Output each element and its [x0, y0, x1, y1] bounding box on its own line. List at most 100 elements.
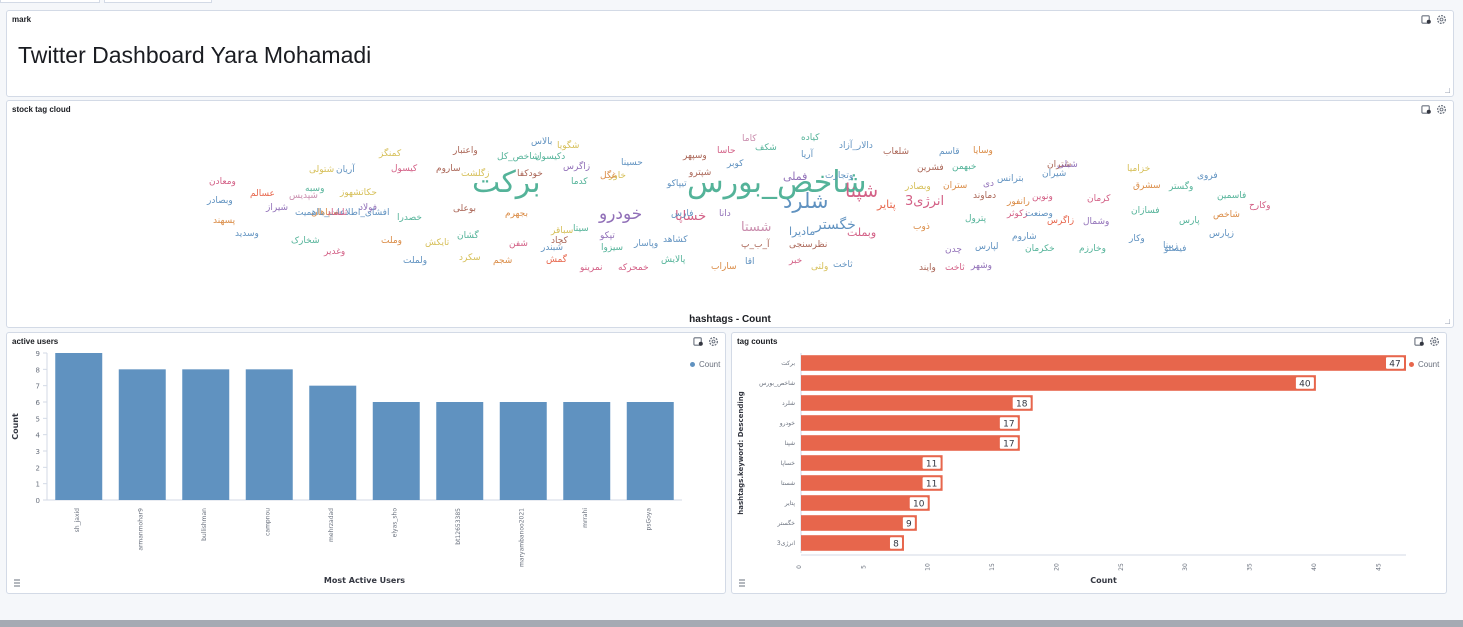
cloud-word[interactable]: زپارس — [1209, 229, 1234, 239]
cloud-word[interactable]: شبلی — [1057, 160, 1078, 170]
cloud-word[interactable]: ثاخت — [833, 260, 853, 270]
gear-icon[interactable] — [1436, 14, 1447, 25]
cloud-word[interactable]: دکیسول — [535, 152, 565, 162]
cloud-word[interactable]: خمحرکه — [618, 263, 649, 273]
cloud-word[interactable]: آریا — [801, 150, 813, 160]
cloud-word[interactable]: فسازان — [1131, 206, 1160, 216]
cloud-word[interactable]: فشرین — [917, 163, 944, 173]
cloud-word[interactable]: واعتبار — [453, 146, 478, 156]
cloud-word[interactable]: وکارح — [1249, 201, 1271, 211]
cloud-word[interactable]: نمرینو — [580, 263, 603, 273]
cloud-word[interactable]: وبملت — [847, 227, 876, 238]
cloud-word[interactable]: حسینا — [621, 158, 643, 168]
cloud-word[interactable]: وپاسار — [634, 239, 658, 249]
cloud-word[interactable]: آ_ب_پ — [741, 240, 769, 250]
cloud-word[interactable]: شگویا — [557, 141, 579, 151]
cloud-word[interactable]: وشهر — [971, 261, 992, 271]
cloud-word[interactable]: گشان — [457, 231, 479, 241]
cloud-word[interactable]: شخارک — [291, 236, 320, 246]
inspect-icon[interactable] — [693, 336, 704, 347]
cloud-word[interactable]: وایند — [919, 263, 936, 273]
cloud-word[interactable]: سکرد — [459, 253, 481, 263]
cloud-word[interactable]: شپترو — [689, 168, 711, 178]
cloud-word[interactable]: زگلشت — [461, 169, 489, 179]
cloud-word[interactable]: خزامیا — [1127, 164, 1150, 174]
cloud-word[interactable]: شیراز — [266, 203, 288, 213]
cloud-word[interactable]: ذوب — [913, 222, 930, 232]
cloud-word[interactable]: شپنا — [845, 181, 878, 201]
cloud-word[interactable]: شجم — [493, 256, 512, 266]
cloud-word[interactable]: شتولی — [309, 165, 334, 175]
cloud-word[interactable]: وتجارت — [825, 171, 853, 181]
cloud-word[interactable]: نظرسنجی — [789, 240, 827, 250]
resize-handle-icon[interactable] — [1445, 319, 1450, 324]
inspect-icon[interactable] — [1414, 336, 1425, 347]
cloud-word[interactable]: شاروم — [1012, 232, 1037, 242]
cloud-word[interactable]: پسهند — [213, 216, 235, 226]
list-icon[interactable] — [737, 578, 747, 588]
cloud-word[interactable]: کیسول — [391, 164, 417, 174]
cloud-word[interactable]: پتاير — [877, 199, 896, 210]
cloud-word[interactable]: کیاده — [801, 133, 819, 143]
cloud-word[interactable]: فارس — [671, 209, 693, 219]
cloud-word[interactable]: ماديرا — [789, 226, 815, 237]
cloud-word[interactable]: ونوین — [1032, 192, 1053, 202]
cloud-word[interactable]: سباقر — [551, 226, 573, 236]
cloud-word[interactable]: فملی — [783, 171, 807, 182]
cloud-word[interactable]: چدن — [945, 245, 962, 255]
cloud-word[interactable]: پالایش — [661, 255, 685, 265]
cloud-word[interactable]: وسپهر — [683, 151, 707, 161]
cloud-word[interactable]: وگستر — [1169, 182, 1193, 192]
cloud-word[interactable]: سیزوا — [601, 243, 623, 253]
cloud-word[interactable]: کرمان — [1087, 194, 1110, 204]
cloud-word[interactable]: بالاس — [531, 137, 552, 147]
cloud-word[interactable]: قاسم — [939, 147, 960, 157]
cloud-word[interactable]: حکاتشهوز — [340, 188, 377, 198]
gear-icon[interactable] — [1429, 336, 1440, 347]
cloud-word[interactable]: آریان — [336, 165, 355, 175]
cloud-word[interactable]: دی — [983, 179, 994, 189]
cloud-word[interactable]: دانا — [719, 209, 731, 219]
cloud-word[interactable]: وملت — [381, 236, 402, 246]
cloud-word[interactable]: شیران — [1042, 169, 1066, 179]
cloud-word[interactable]: وبصادر — [207, 196, 233, 206]
cloud-word[interactable]: ستران — [943, 181, 967, 191]
cloud-word[interactable]: گمش — [546, 255, 567, 265]
cloud-word[interactable]: سیتا — [573, 224, 589, 234]
chart-legend[interactable]: Count — [690, 360, 720, 369]
cloud-word[interactable]: زاگرس — [1047, 216, 1074, 226]
chart-legend[interactable]: Count — [1409, 360, 1439, 369]
cloud-word[interactable]: فیستو — [1164, 244, 1186, 254]
cloud-word[interactable]: وبصادر — [905, 182, 931, 192]
cloud-word[interactable]: پارس — [1179, 216, 1200, 226]
cloud-word[interactable]: خودکفا — [517, 169, 543, 179]
filter-chip[interactable] — [0, 0, 100, 3]
gear-icon[interactable] — [708, 336, 719, 347]
cloud-word[interactable]: خکرمان — [1025, 244, 1055, 254]
cloud-word[interactable]: وسبه — [305, 184, 324, 194]
cloud-word[interactable]: ولتی — [811, 262, 828, 272]
cloud-word[interactable]: تایکش — [425, 238, 449, 248]
cloud-word[interactable]: زاگرس — [563, 162, 590, 172]
cloud-word[interactable]: وشمال — [1083, 217, 1109, 227]
cloud-word[interactable]: پترول — [965, 214, 986, 224]
cloud-word[interactable]: وغدیر — [324, 247, 345, 257]
cloud-word[interactable]: فاسمین — [1217, 191, 1246, 201]
cloud-word[interactable]: وسایا — [973, 146, 993, 156]
cloud-word[interactable]: لپارس — [975, 242, 999, 252]
cloud-word[interactable]: بوعلی — [453, 204, 476, 214]
cloud-word[interactable]: سشرق — [1133, 181, 1161, 191]
cloud-word[interactable]: شاخص_کل — [497, 152, 539, 162]
cloud-word[interactable]: بجهرم — [505, 209, 528, 219]
cloud-word[interactable]: ساروم — [436, 164, 461, 174]
cloud-word[interactable]: تلشاد — [327, 208, 347, 218]
cloud-word[interactable]: وسدید — [235, 229, 259, 239]
filter-chip[interactable] — [104, 0, 212, 3]
cloud-word[interactable]: کشاهد — [663, 235, 688, 245]
cloud-word[interactable]: شاخص — [1213, 210, 1240, 220]
cloud-word[interactable]: تیپاکو — [667, 179, 687, 189]
cloud-word[interactable]: ثاخت — [945, 263, 965, 273]
cloud-word[interactable]: خبهمن — [952, 162, 976, 172]
cloud-word[interactable]: فروی — [1197, 171, 1218, 181]
cloud-word[interactable]: ومعادن — [209, 177, 236, 187]
